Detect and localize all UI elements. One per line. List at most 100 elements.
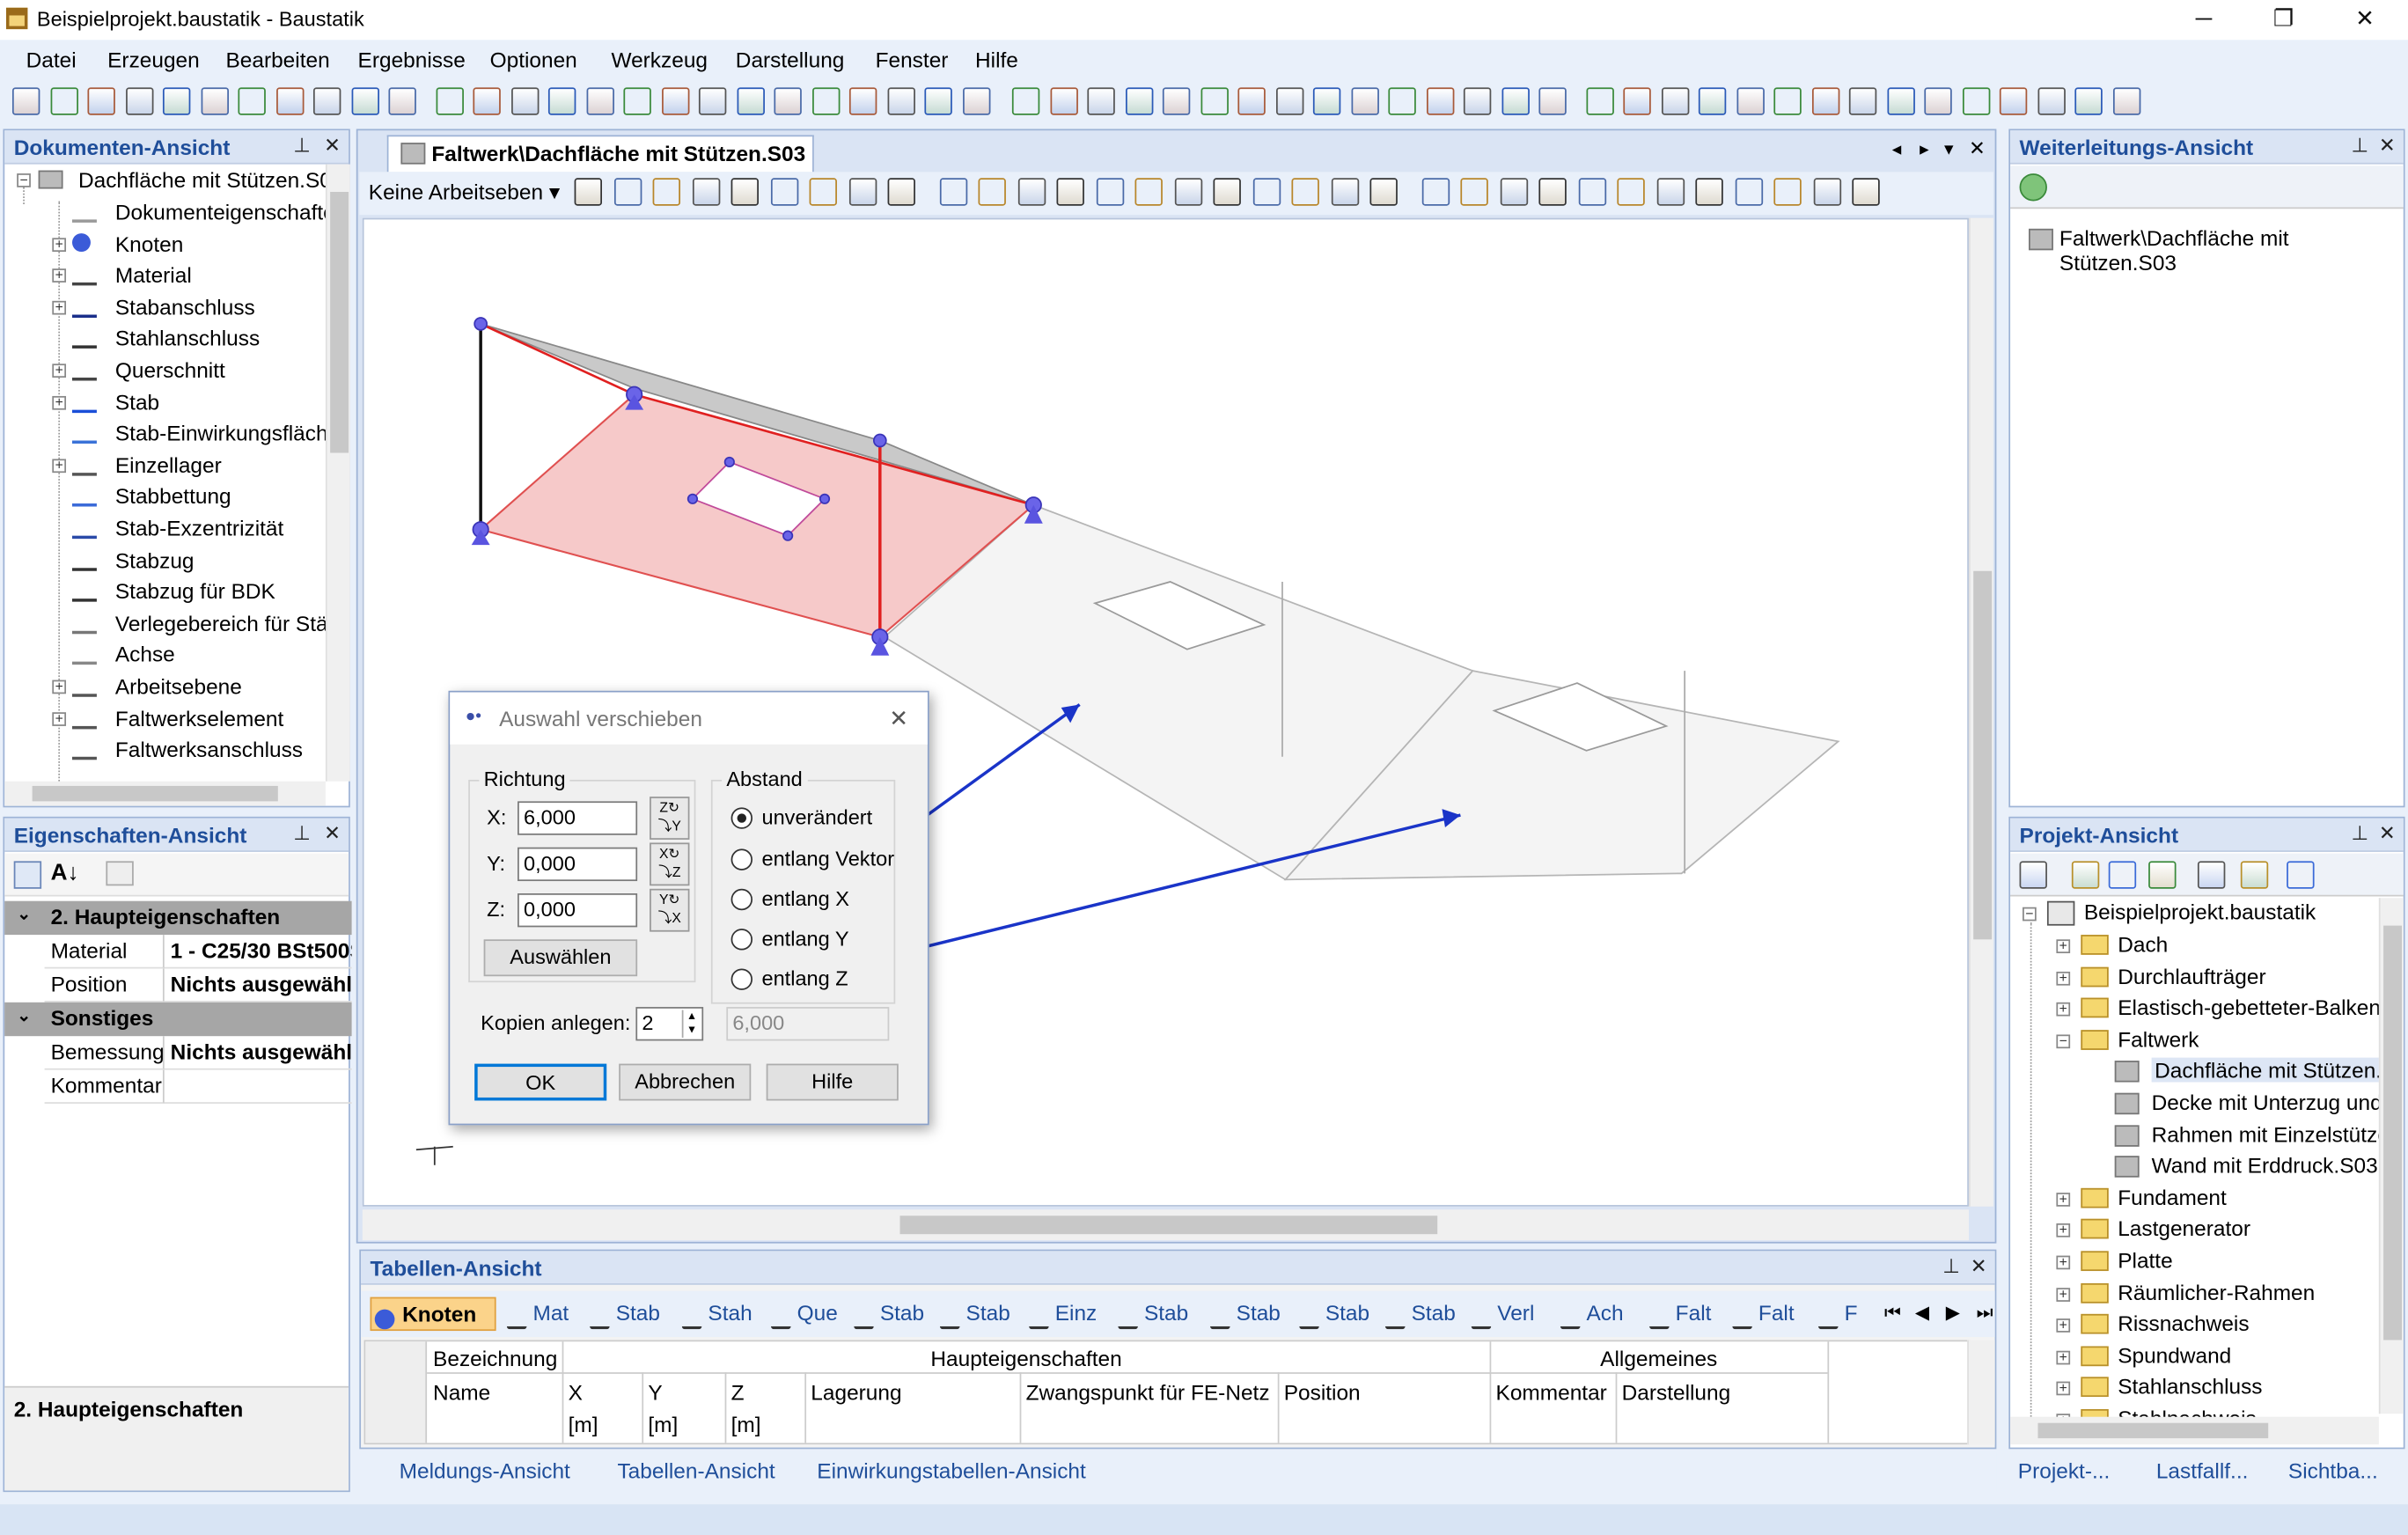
close-document-icon[interactable]: ✕ bbox=[1969, 136, 1986, 161]
toolbar-button-icon[interactable] bbox=[1538, 87, 1567, 115]
toolbar-button-icon[interactable] bbox=[1501, 87, 1530, 115]
toolbar-button-icon[interactable] bbox=[1811, 87, 1839, 115]
view-vscrollbar[interactable] bbox=[1968, 217, 1993, 1207]
toolbar-button-icon[interactable] bbox=[547, 87, 576, 115]
toolbar-button-icon[interactable] bbox=[1125, 87, 1153, 115]
project-hscrollbar[interactable] bbox=[2010, 1416, 2379, 1445]
column-position[interactable]: Position bbox=[1284, 1380, 1361, 1405]
toolbar-button-icon[interactable] bbox=[1773, 87, 1802, 115]
toolbar-button-icon[interactable] bbox=[510, 87, 539, 115]
select-button[interactable]: Auswählen bbox=[483, 939, 638, 977]
tab-document[interactable]: Faltwerk\Dachfläche mit Stützen.S03 bbox=[386, 135, 814, 173]
toolbar-button-icon[interactable] bbox=[388, 87, 416, 115]
scroll-tabs-left-icon[interactable]: ◂ bbox=[1892, 138, 1902, 159]
toolbar-button-icon[interactable] bbox=[1087, 87, 1115, 115]
toolbar-button-icon[interactable] bbox=[473, 87, 501, 115]
expand-icon[interactable]: + bbox=[52, 268, 67, 283]
project-scrollbar[interactable] bbox=[2378, 898, 2404, 1414]
toolbar-button-icon[interactable] bbox=[1812, 178, 1841, 206]
categorized-icon[interactable] bbox=[13, 861, 42, 889]
toolbar-button-icon[interactable] bbox=[613, 178, 642, 206]
toolbar-button-icon[interactable] bbox=[652, 178, 680, 206]
close-icon[interactable]: ✕ bbox=[324, 821, 341, 846]
toolbar-button-icon[interactable] bbox=[238, 87, 266, 115]
column-lagerung[interactable]: Lagerung bbox=[811, 1380, 901, 1405]
menu-werkzeug[interactable]: Werkzeug bbox=[611, 48, 708, 72]
toolbar-button-icon[interactable] bbox=[848, 178, 877, 206]
toolbar-button-icon[interactable] bbox=[1852, 178, 1880, 206]
pick-x-icon[interactable]: Z↻ ⤵Y bbox=[650, 797, 690, 840]
table-nav-icon[interactable]: ⏮ bbox=[1884, 1302, 1901, 1325]
toolbar-button-icon[interactable] bbox=[1369, 178, 1398, 206]
toolbar-button-icon[interactable] bbox=[275, 87, 304, 115]
column-x[interactable]: X bbox=[569, 1380, 583, 1405]
toolbar-button-icon[interactable] bbox=[2071, 861, 2100, 889]
copies-spinner[interactable]: ▲ ▼ bbox=[681, 1010, 701, 1038]
toolbar-button-icon[interactable] bbox=[2037, 87, 2066, 115]
property-value[interactable]: 1 - C25/30 BSt500S bbox=[164, 935, 352, 969]
toolbar-button-icon[interactable] bbox=[2287, 861, 2315, 889]
table-nav-icon[interactable]: ◀ bbox=[1915, 1302, 1929, 1323]
property-category-other[interactable]: ⌄ Sonstiges bbox=[4, 1002, 352, 1037]
toolbar-button-icon[interactable] bbox=[1350, 87, 1379, 115]
toolbar-button-icon[interactable] bbox=[1962, 87, 1990, 115]
toolbar-button-icon[interactable] bbox=[924, 87, 952, 115]
collapse-icon[interactable]: − bbox=[2056, 1033, 2071, 1048]
radio-entlang-vektor-label[interactable]: entlang Vektor bbox=[761, 848, 894, 870]
menu-datei[interactable]: Datei bbox=[26, 48, 77, 72]
toolbar-button-icon[interactable] bbox=[1421, 178, 1450, 206]
property-value[interactable]: Nichts ausgewählt bbox=[164, 968, 352, 1003]
column-y[interactable]: Y bbox=[648, 1380, 662, 1405]
tab-sichtbarkeit[interactable]: Sichtba... bbox=[2288, 1458, 2378, 1483]
expand-icon[interactable]: + bbox=[2056, 1381, 2071, 1396]
sort-az-icon[interactable]: A↓ bbox=[51, 860, 79, 886]
table-scrollbar[interactable] bbox=[1967, 1340, 1995, 1445]
menu-hilfe[interactable]: Hilfe bbox=[975, 48, 1018, 72]
pin-icon[interactable]: ⊥ bbox=[2351, 821, 2368, 846]
toolbar-button-icon[interactable] bbox=[1661, 87, 1689, 115]
toolbar-button-icon[interactable] bbox=[1736, 87, 1765, 115]
toolbar-button-icon[interactable] bbox=[1252, 178, 1281, 206]
toolbar-button-icon[interactable] bbox=[730, 178, 759, 206]
expand-icon[interactable]: + bbox=[2056, 1223, 2071, 1238]
toolbar-button-icon[interactable] bbox=[661, 87, 689, 115]
radio-entlang-z[interactable] bbox=[730, 968, 753, 990]
toolbar-button-icon[interactable] bbox=[1623, 87, 1651, 115]
toolbar-button-icon[interactable] bbox=[1617, 178, 1645, 206]
toolbar-button-icon[interactable] bbox=[200, 87, 229, 115]
pick-z-icon[interactable]: Y↻ ⤵X bbox=[650, 888, 690, 932]
toolbar-button-icon[interactable] bbox=[1426, 87, 1454, 115]
toolbar-button-icon[interactable] bbox=[350, 87, 379, 115]
tab-list-icon[interactable]: ▾ bbox=[1944, 138, 1954, 159]
pin-icon[interactable]: ⊥ bbox=[1942, 1254, 1960, 1279]
tab-meldungs-ansicht[interactable]: Meldungs-Ansicht bbox=[400, 1458, 570, 1483]
tree-root[interactable]: − Dachfläche mit Stützen.S0 bbox=[4, 165, 332, 195]
toolbar-button-icon[interactable] bbox=[774, 87, 802, 115]
toolbar-button-icon[interactable] bbox=[1200, 87, 1229, 115]
ok-button[interactable]: OK bbox=[474, 1063, 607, 1101]
toolbar-button-icon[interactable] bbox=[1577, 178, 1606, 206]
tab-tabellen-ansicht[interactable]: Tabellen-Ansicht bbox=[617, 1458, 775, 1483]
maximize-button[interactable]: ❐ bbox=[2258, 3, 2309, 36]
pin-icon[interactable]: ⊥ bbox=[293, 821, 311, 846]
radio-entlang-z-label[interactable]: entlang Z bbox=[761, 967, 848, 990]
toolbar-button-icon[interactable] bbox=[978, 178, 1006, 206]
expand-icon[interactable]: + bbox=[2056, 1287, 2071, 1302]
toolbar-button-icon[interactable] bbox=[2112, 87, 2140, 115]
toolbar-button-icon[interactable] bbox=[1538, 178, 1567, 206]
close-icon[interactable]: ✕ bbox=[2379, 821, 2396, 846]
toolbar-button-icon[interactable] bbox=[435, 87, 464, 115]
property-category-main[interactable]: ⌄ 2. Haupteigenschaften bbox=[4, 900, 352, 936]
toolbar-button-icon[interactable] bbox=[623, 87, 651, 115]
tab-einwirkungstabellen-ansicht[interactable]: Einwirkungstabellen-Ansicht bbox=[817, 1458, 1086, 1483]
close-icon[interactable]: ✕ bbox=[324, 134, 341, 158]
doc-scroll-thumb[interactable] bbox=[330, 192, 349, 453]
column-z[interactable]: Z bbox=[731, 1380, 745, 1405]
work-plane-dropdown[interactable]: Keine Arbeitseben ▾ bbox=[369, 180, 560, 206]
help-button[interactable]: Hilfe bbox=[766, 1063, 899, 1101]
menu-ergebnisse[interactable]: Ergebnisse bbox=[358, 48, 466, 72]
toolbar-button-icon[interactable] bbox=[1388, 87, 1416, 115]
toolbar-button-icon[interactable] bbox=[2148, 861, 2177, 889]
toolbar-button-icon[interactable] bbox=[770, 178, 798, 206]
toolbar-button-icon[interactable] bbox=[1656, 178, 1685, 206]
